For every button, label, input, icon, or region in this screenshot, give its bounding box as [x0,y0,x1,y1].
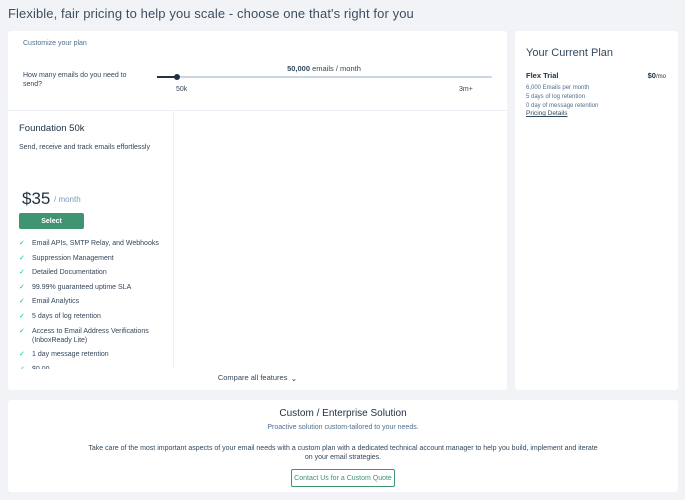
current-plan-card: Your Current Plan Flex Trial $0/mo 6,000… [515,31,678,390]
enterprise-subtitle: Proactive solution custom-tailored to yo… [267,424,419,431]
feature-item: ✓ Email Analytics [19,297,169,306]
compare-label: Compare all features [217,373,288,382]
feature-label: 1 day message retention [32,351,109,359]
feature-item: ✓ Suppression Management [19,254,169,263]
feature-label: Suppression Management [32,254,114,262]
chevron-down-icon: ⌄ [290,374,298,383]
current-plan-price-unit: /mo [655,74,666,80]
feature-item: ✓ 1 day message retention [19,350,169,359]
pricing-card: Customize your plan How many emails do y… [8,31,507,390]
contact-us-button[interactable]: Contact Us for a Custom Quote [291,469,395,487]
pricing-details-link[interactable]: Pricing Details [526,110,568,117]
feature-label: 5 days of log retention [32,312,101,320]
email-count-unit: emails / month [312,64,361,73]
email-volume-slider[interactable] [157,74,492,80]
compare-features-link[interactable]: Compare all features ⌄ [8,373,507,383]
feature-list: ✓ Email APIs, SMTP Relay, and Webhooks ✓ Su… [19,239,169,369]
plan-price: $35 [22,189,51,208]
plan-column: Foundation 50k Send, receive and track e… [8,111,174,369]
slider-thumb[interactable] [174,74,181,80]
plan-price-unit: / month [54,195,81,204]
current-plan-name: Flex Trial [526,71,559,80]
check-icon: ✓ [19,283,25,291]
check-icon: ✓ [19,269,25,277]
feature-item: ✓ Access to Email Address Verifications (… [19,327,169,345]
current-plan-price: $0/mo [648,71,666,80]
feature-label: 99.99% guaranteed uptime SLA [32,283,132,291]
enterprise-description: Take care of the most important aspects … [88,445,598,461]
feature-item: ✓ Email APIs, SMTP Relay, and Webhooks [19,239,169,248]
current-plan-title: Your Current Plan [526,47,614,59]
check-icon: ✓ [19,351,25,359]
feature-label: Access to Email Address Verifications (I… [32,327,149,344]
plan-description: Send, receive and track emails effortles… [19,144,150,151]
current-plan-detail: 5 days of log retention [526,94,586,100]
select-button[interactable]: Select [19,213,84,229]
page-title: Flexible, fair pricing to help you scale… [8,6,414,21]
plan-name: Foundation 50k [19,123,85,134]
check-icon: ✓ [19,240,25,247]
slider-min-label: 50k [176,86,188,93]
current-plan-price-value: $0 [647,71,656,80]
feature-item: ✓ 99.99% guaranteed uptime SLA [19,283,169,292]
email-count-value: 50,000 [287,64,311,73]
feature-label: Email APIs, SMTP Relay, and Webhooks [32,240,159,247]
slider-max-label: 3m+ [459,86,473,93]
enterprise-card: Custom / Enterprise Solution Proactive s… [8,400,678,492]
customize-label: Customize your plan [23,40,87,47]
feature-item: ✓ 5 days of log retention [19,312,169,321]
feature-label: Email Analytics [32,298,80,306]
emails-question: How many emails do you need to send? [23,72,127,88]
email-count: 50,000 emails / month [156,64,492,73]
check-icon: ✓ [19,254,25,262]
check-icon: ✓ [19,312,25,320]
current-plan-details: 6,000 Emails per month 5 days of log ret… [526,84,598,111]
check-icon: ✓ [19,298,25,306]
enterprise-title: Custom / Enterprise Solution [279,408,407,419]
feature-label: Detailed Documentation [32,269,107,277]
feature-item: ✓ $0.00 [19,365,169,369]
check-icon: ✓ [19,327,25,335]
feature-item: ✓ Detailed Documentation [19,268,169,277]
check-icon: ✓ [19,365,25,369]
feature-label: $0.00 [32,366,50,369]
current-plan-detail: 6,000 Emails per month [526,85,590,91]
